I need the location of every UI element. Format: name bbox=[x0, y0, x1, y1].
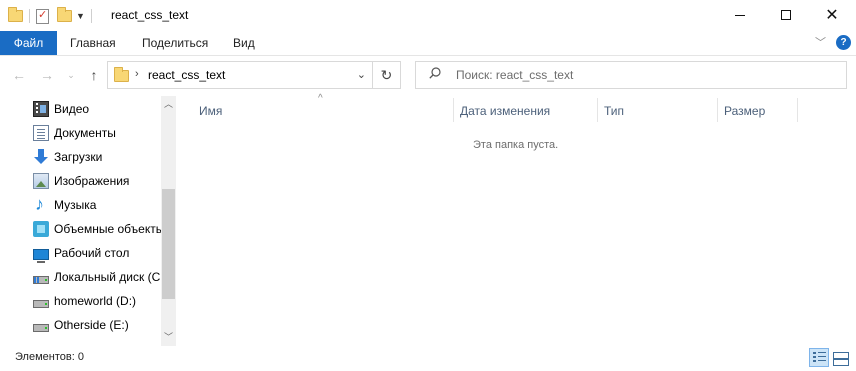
maximize-button[interactable] bbox=[763, 0, 809, 30]
address-dropdown-icon[interactable]: ⌄ bbox=[357, 68, 366, 81]
sidebar-item-label: Объемные объекты bbox=[54, 222, 161, 236]
music-icon bbox=[33, 194, 49, 215]
3d-objects-icon bbox=[33, 221, 49, 237]
column-divider[interactable] bbox=[797, 98, 798, 122]
refresh-icon: ↻ bbox=[380, 67, 393, 83]
sidebar-item-music[interactable]: Музыка bbox=[33, 194, 161, 216]
properties-icon[interactable] bbox=[36, 8, 49, 24]
sidebar-item-drive-c[interactable]: Локальный диск (C:) bbox=[33, 266, 161, 288]
scroll-down-icon[interactable]: ﹀ bbox=[161, 329, 176, 346]
breadcrumb-current[interactable]: react_css_text bbox=[148, 68, 225, 82]
sidebar-item-label: Изображения bbox=[54, 174, 130, 188]
toolbar-separator bbox=[90, 9, 92, 23]
chevron-down-icon: ⌄ bbox=[67, 70, 75, 80]
window-title: react_css_text bbox=[111, 8, 189, 22]
search-placeholder: Поиск: react_css_text bbox=[456, 68, 574, 82]
up-button[interactable]: ↑ bbox=[84, 64, 104, 86]
folder-icon bbox=[8, 7, 23, 22]
sidebar-item-label: Загрузки bbox=[54, 150, 103, 164]
scroll-up-icon[interactable]: ︿ bbox=[161, 96, 176, 113]
status-item-count: Элементов: 0 bbox=[15, 351, 84, 363]
sidebar-item-3d-objects[interactable]: Объемные объекты bbox=[33, 218, 161, 240]
close-icon: ✕ bbox=[825, 7, 839, 24]
sidebar-item-label: Документы bbox=[54, 126, 116, 140]
column-header-name[interactable]: Имя bbox=[193, 100, 453, 122]
scrollbar-thumb[interactable] bbox=[162, 189, 175, 299]
sidebar-item-label: Видео bbox=[54, 102, 90, 116]
tab-share[interactable]: Поделиться bbox=[132, 31, 218, 55]
maximize-icon bbox=[781, 10, 791, 20]
arrow-left-icon: ← bbox=[12, 67, 26, 83]
arrow-right-icon: → bbox=[40, 67, 54, 83]
column-header-type[interactable]: Тип bbox=[598, 100, 717, 122]
tab-home[interactable]: Главная bbox=[60, 31, 126, 55]
address-bar[interactable]: › react_css_text ⌄ bbox=[107, 61, 373, 89]
drive-icon bbox=[33, 324, 49, 332]
sidebar-item-pictures[interactable]: Изображения bbox=[33, 170, 161, 192]
refresh-button[interactable]: ↻ bbox=[373, 61, 401, 89]
sidebar-item-downloads[interactable]: Загрузки bbox=[33, 146, 161, 168]
quick-access-toolbar: ▼ bbox=[8, 6, 98, 26]
system-drive-icon bbox=[33, 276, 49, 284]
sidebar-item-label: Рабочий стол bbox=[54, 246, 130, 260]
ribbon-tabs: Файл Главная Поделиться Вид ﹀ ? bbox=[0, 31, 856, 56]
video-icon bbox=[33, 101, 49, 117]
minimize-button[interactable] bbox=[717, 0, 763, 30]
sidebar-item-documents[interactable]: Документы bbox=[33, 122, 161, 144]
file-list[interactable] bbox=[176, 96, 856, 346]
title-bar: ▼ react_css_text ✕ bbox=[0, 0, 856, 31]
customize-toolbar-icon[interactable]: ▼ bbox=[76, 11, 85, 21]
downloads-icon bbox=[33, 149, 49, 165]
arrow-up-icon: ↑ bbox=[90, 67, 98, 83]
back-button[interactable]: ← bbox=[9, 64, 29, 86]
expand-ribbon-icon[interactable]: ﹀ bbox=[815, 34, 826, 50]
help-icon[interactable]: ? bbox=[836, 35, 851, 50]
sidebar-item-label: Otherside (E:) bbox=[54, 318, 129, 332]
documents-icon bbox=[33, 125, 49, 141]
empty-folder-message: Эта папка пуста. bbox=[473, 139, 559, 151]
sidebar-item-drive-d[interactable]: homeworld (D:) bbox=[33, 290, 161, 312]
sidebar-item-video[interactable]: Видео bbox=[33, 98, 161, 120]
folder-icon bbox=[114, 67, 129, 82]
column-header-date-modified[interactable]: Дата изменения bbox=[454, 100, 597, 122]
tab-file[interactable]: Файл bbox=[0, 31, 57, 55]
sidebar-item-drive-e[interactable]: Otherside (E:) bbox=[33, 314, 161, 336]
sidebar-item-label: Локальный диск (C:) bbox=[54, 270, 161, 284]
search-icon bbox=[429, 67, 441, 79]
new-folder-icon[interactable] bbox=[57, 7, 72, 22]
forward-button[interactable]: → bbox=[37, 64, 57, 86]
drive-icon bbox=[33, 300, 49, 308]
column-header-size[interactable]: Размер bbox=[718, 100, 797, 122]
tab-view[interactable]: Вид bbox=[223, 31, 265, 55]
sidebar-item-desktop[interactable]: Рабочий стол bbox=[33, 242, 161, 264]
toolbar-separator bbox=[29, 9, 30, 23]
desktop-icon bbox=[33, 248, 49, 263]
recent-locations-button[interactable]: ⌄ bbox=[61, 64, 81, 86]
sidebar-item-label: homeworld (D:) bbox=[54, 294, 137, 308]
sidebar-item-label: Музыка bbox=[54, 198, 97, 212]
pictures-icon bbox=[33, 173, 49, 189]
minimize-icon bbox=[735, 14, 745, 16]
chevron-right-icon[interactable]: › bbox=[135, 68, 139, 80]
large-icons-view-icon[interactable] bbox=[832, 350, 849, 366]
search-box[interactable]: Поиск: react_css_text bbox=[415, 61, 847, 89]
close-button[interactable]: ✕ bbox=[809, 0, 855, 30]
details-view-icon[interactable] bbox=[809, 348, 829, 367]
